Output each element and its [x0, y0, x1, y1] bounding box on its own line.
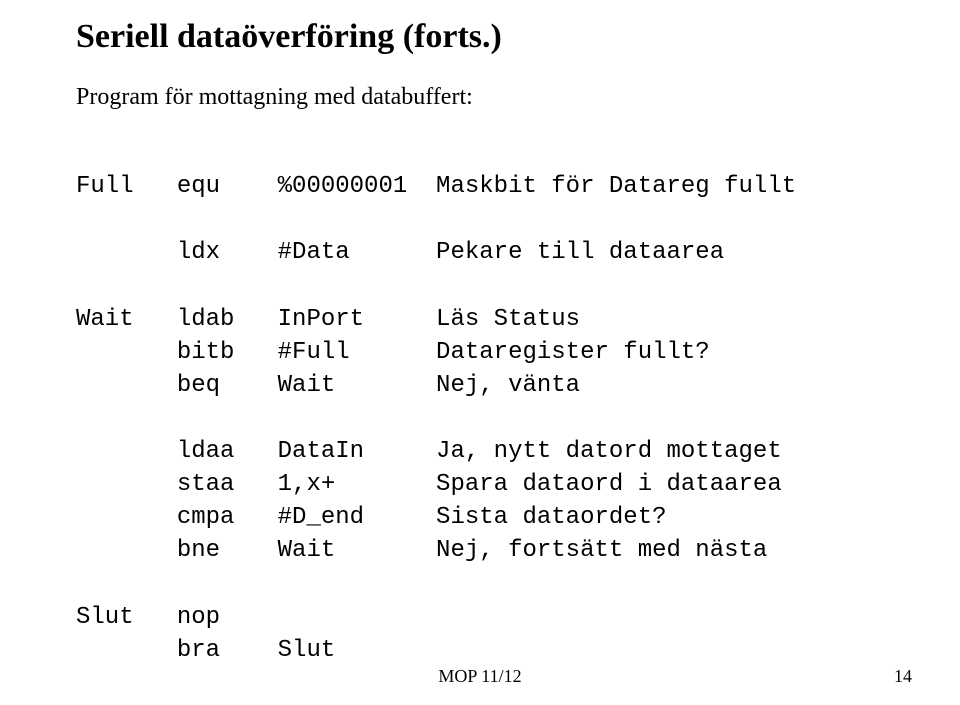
- code-line: beq Wait Nej, vänta: [76, 372, 580, 399]
- code-line: Full equ %00000001 Maskbit för Datareg f…: [76, 173, 796, 200]
- page-number: 14: [894, 666, 912, 687]
- code-listing: Full equ %00000001 Maskbit för Datareg f…: [76, 137, 890, 667]
- code-line: bra Slut: [76, 637, 335, 664]
- code-line: Slut nop: [76, 604, 220, 631]
- code-line: cmpa #D_end Sista dataordet?: [76, 504, 667, 531]
- code-line: Wait ldab InPort Läs Status: [76, 306, 580, 333]
- code-line: bne Wait Nej, fortsätt med nästa: [76, 537, 767, 564]
- page-title: Seriell dataöverföring (forts.): [76, 18, 890, 56]
- code-line: ldaa DataIn Ja, nytt datord mottaget: [76, 438, 782, 465]
- section-subtitle: Program för mottagning med databuffert:: [76, 84, 890, 111]
- code-line: bitb #Full Dataregister fullt?: [76, 339, 710, 366]
- code-line: ldx #Data Pekare till dataarea: [76, 239, 724, 266]
- footer-label: MOP 11/12: [0, 666, 960, 687]
- code-line: staa 1,x+ Spara dataord i dataarea: [76, 471, 782, 498]
